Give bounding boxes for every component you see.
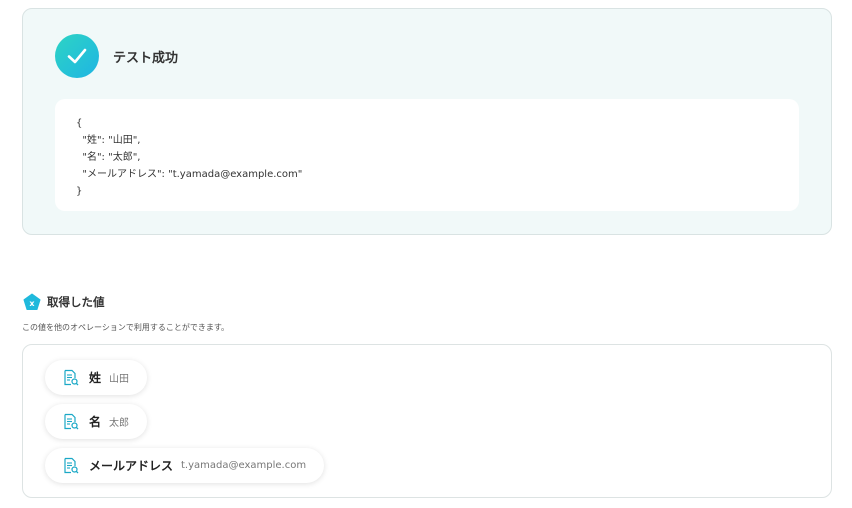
test-result-card: テスト成功 { "姓": "山田", "名": "太郎", "メールアドレス":… [22,8,832,235]
chip-value: 山田 [109,374,130,385]
check-icon [55,34,99,78]
values-header: x 取得した値 [23,293,105,311]
svg-text:x: x [29,299,35,308]
document-search-icon [64,369,79,386]
chip-value: 太郎 [109,418,130,429]
value-chip-email[interactable]: メールアドレス t.yamada@example.com [45,448,325,483]
json-output-text: { "姓": "山田", "名": "太郎", "メールアドレス": "t.ya… [76,118,303,197]
chip-key: 姓 [89,371,102,385]
value-chip-mei[interactable]: 名 太郎 [45,404,148,439]
chip-value: t.yamada@example.com [181,460,307,471]
value-chip-sei[interactable]: 姓 山田 [45,360,148,395]
values-card: 姓 山田 名 太郎 メールアドレス t.yamada@example.com [22,344,832,498]
values-description: この値を他のオペレーションで利用することができます。 [22,323,230,332]
chip-key: 名 [89,415,102,429]
json-output-box: { "姓": "山田", "名": "太郎", "メールアドレス": "t.ya… [55,99,799,211]
document-search-icon [64,413,79,430]
result-title: テスト成功 [113,51,179,66]
pentagon-x-icon: x [23,293,41,310]
document-search-icon [64,457,79,474]
chip-key: メールアドレス [89,459,174,473]
values-title: 取得した値 [47,295,105,309]
